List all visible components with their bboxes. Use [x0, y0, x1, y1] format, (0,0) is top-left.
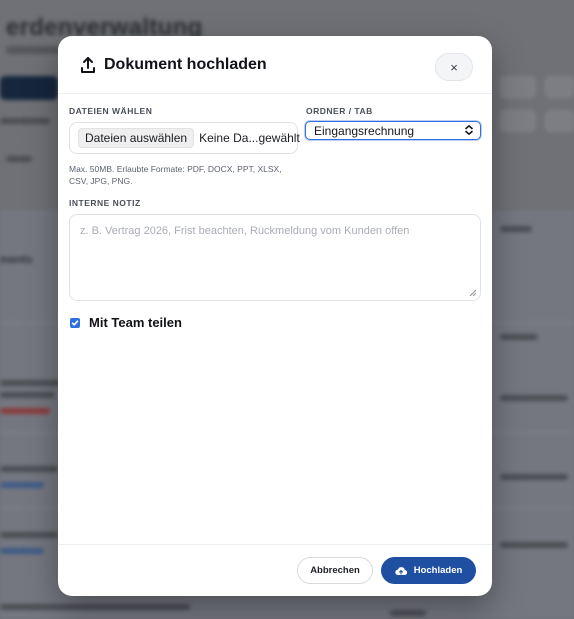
background-row-text: [0, 532, 58, 538]
background-text: [500, 334, 538, 340]
background-text: [500, 226, 532, 232]
note-label: INTERNE NOTIZ: [69, 198, 141, 208]
folder-select[interactable]: Eingangsrechnung: [305, 121, 481, 140]
resize-handle-icon[interactable]: [469, 289, 477, 297]
background-row-tag: [0, 482, 44, 488]
file-status: Keine Da...gewählt: [199, 131, 300, 145]
background-row-date: [500, 542, 568, 548]
background-row-date: [500, 395, 568, 401]
cloud-upload-icon: [395, 566, 407, 575]
note-textarea[interactable]: [69, 214, 481, 301]
upload-icon: [81, 57, 95, 73]
check-icon: [71, 320, 79, 326]
background-row-text: [0, 604, 190, 610]
background-primary-button: [0, 76, 58, 100]
close-button[interactable]: ×: [435, 53, 473, 81]
background-row-text: [0, 380, 60, 386]
upload-button[interactable]: Hochladen: [381, 557, 476, 584]
background-row-tag: [0, 408, 50, 414]
folder-select-value: Eingangsrechnung: [314, 123, 415, 138]
modal-header: Dokument hochladen ×: [58, 36, 492, 94]
upload-button-label: Hochladen: [413, 565, 463, 576]
background-row-text: [0, 392, 55, 398]
background-row-tag: [0, 548, 44, 554]
share-label: Mit Team teilen: [89, 315, 182, 330]
background-text: [6, 156, 32, 162]
background-text: [0, 118, 50, 124]
share-checkbox[interactable]: [70, 318, 80, 328]
background-row-text: [390, 610, 426, 616]
background-pill: [545, 76, 574, 98]
background-pill: [545, 110, 574, 132]
chevron-updown-icon: [465, 125, 473, 135]
background-row-date: [500, 474, 568, 480]
file-hint: Max. 50MB. Erlaubte Formate: PDF, DOCX, …: [69, 164, 282, 186]
cancel-button[interactable]: Abbrechen: [297, 557, 373, 584]
background-pill: [500, 76, 536, 98]
upload-modal: Dokument hochladen × DATEIEN WÄHLEN ORDN…: [58, 36, 492, 596]
modal-title: Dokument hochladen: [104, 56, 267, 73]
choose-files-button[interactable]: Dateien auswählen: [78, 128, 195, 148]
background-section-title: ments: [0, 254, 33, 266]
background-row-text: [0, 466, 58, 472]
background-pill: [500, 110, 536, 132]
folder-label: ORDNER / TAB: [306, 106, 373, 116]
file-picker[interactable]: Dateien auswählen Keine Da...gewählt: [69, 122, 300, 154]
files-label: DATEIEN WÄHLEN: [69, 106, 153, 116]
